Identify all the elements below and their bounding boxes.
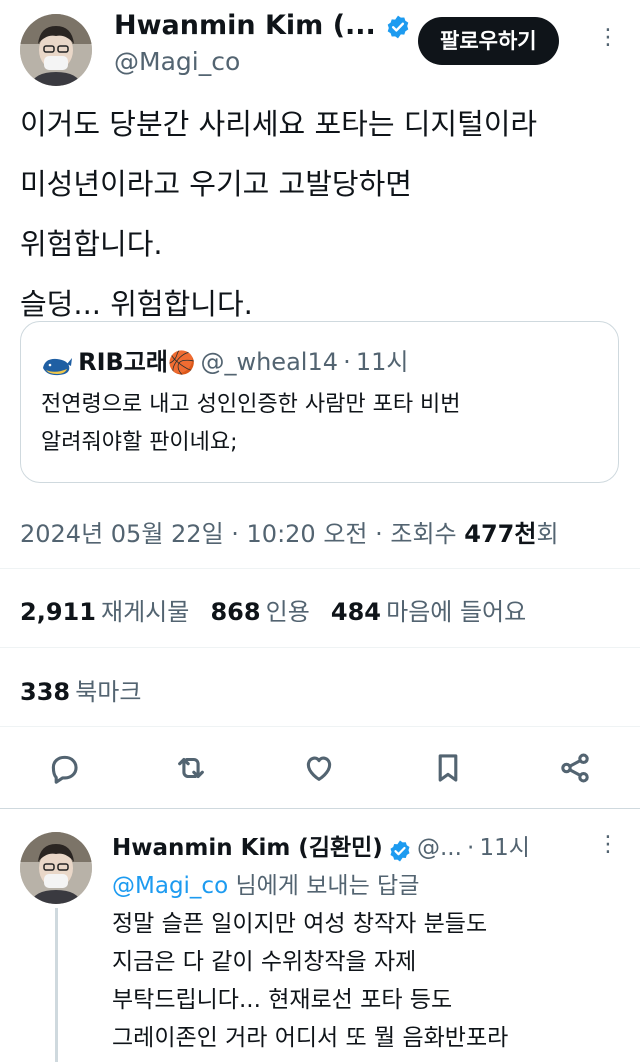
reply-to-handle[interactable]: @Magi_co [112,873,228,899]
avatar-image [20,14,92,86]
quote-handle: @_wheal14 [200,348,338,376]
reply-time: 11시 [479,835,530,861]
thread-line [55,908,58,1062]
tweet-line: 미성년이라고 우기고 고발당하면 [20,167,412,201]
tweet-line: 이거도 당분간 사리세요 포타는 디지털이라 [20,107,538,141]
reply-author-avatar[interactable] [20,832,92,904]
avatar-image [20,832,92,904]
reply-handle[interactable]: @... [417,835,462,861]
author-name-text: Hwanmin Kim (... [114,10,376,41]
likes-label: 마음에 들어요 [386,598,527,626]
author-handle[interactable]: @Magi_co [114,47,240,76]
verified-badge-icon [390,840,410,861]
follow-button[interactable]: 팔로우하기 [418,17,559,65]
likes-count: 484 [330,598,382,626]
share-button[interactable] [558,751,592,789]
author-name[interactable]: Hwanmin Kim (... [114,10,411,41]
quote-author-name: RIB고래 [78,348,168,376]
share-icon [561,753,589,783]
divider [0,647,640,648]
reply-separator: · [467,835,475,861]
bookmarks-count: 338 [20,678,71,706]
quotes-label: 인용 [265,598,310,626]
reply-more-options-icon[interactable]: ⋮ [597,834,619,856]
quote-time: 11시 [355,348,409,376]
reply-line: 그레이존인 거라 어디서 또 뭘 음화반포라 [112,1025,509,1051]
quote-line: 알려줘야할 판이네요; [41,430,238,455]
bookmark-button[interactable] [431,751,465,789]
reposts-label: 재게시물 [101,598,190,626]
bookmarks-label: 북마크 [75,678,142,706]
timestamp: 2024년 05월 22일 · 10:20 오전 · 조회수 [20,520,457,548]
bookmark-icon [438,754,458,782]
quotes-stat[interactable]: 868 인용 [210,598,309,626]
view-unit: 회 [536,520,559,548]
reply-icon [51,755,78,784]
reply-to-suffix: 님에게 보내는 답글 [228,873,420,899]
quote-line: 전연령으로 내고 성인인증한 사람만 포타 비번 [41,392,461,417]
likes-stat[interactable]: 484 마음에 들어요 [331,598,526,626]
like-button[interactable] [302,751,336,789]
quote-separator: · [343,348,351,376]
divider [0,726,640,727]
quote-body: 전연령으로 내고 성인인증한 사람만 포타 비번 알려줘야할 판이네요; [41,386,461,462]
whale-icon [43,357,72,375]
more-options-icon[interactable]: ⋮ [597,27,619,49]
repost-button[interactable] [174,751,208,789]
reply-author-name[interactable]: Hwanmin Kim (김환민) [112,835,383,861]
reposts-count: 2,911 [20,598,96,626]
reply-line: 정말 슬픈 일이지만 여성 창작자 분들도 [112,911,488,937]
like-icon [306,756,332,781]
quoted-tweet[interactable]: RIB고래🏀 @_wheal14 · 11시 전연령으로 내고 성인인증한 사람… [20,321,619,483]
reply-line: 부탁드립니다... 현재로선 포타 등도 [112,987,453,1013]
verified-badge-icon [387,15,409,38]
quote-header: RIB고래🏀 @_wheal14 · 11시 [41,342,408,380]
author-avatar[interactable] [20,14,92,86]
reply-line: 지금은 다 같이 수위창작을 자제 [112,949,417,975]
basketball-icon: 🏀 [167,351,196,376]
reply-header: Hwanmin Kim (김환민) @... · 11시 [112,828,530,863]
quotes-count: 868 [210,598,261,626]
tweet-meta: 2024년 05월 22일 · 10:20 오전 · 조회수 477천회 [20,514,559,549]
reply-button[interactable] [47,751,81,789]
tweet-body: 이거도 당분간 사리세요 포타는 디지털이라 미성년이라고 우기고 고발당하면 … [20,94,537,334]
reposts-stat[interactable]: 2,911 재게시물 [20,598,189,626]
divider [0,568,640,569]
repost-icon [178,757,204,779]
reply-body: 정말 슬픈 일이지만 여성 창작자 분들도 지금은 다 같이 수위창작을 자제 … [112,905,508,1057]
tweet-line: 위험합니다. [20,227,163,261]
engagement-stats: 2,911 재게시물 868 인용 484 마음에 들어요 [20,592,526,627]
section-divider [0,808,640,809]
view-count: 477천 [464,520,537,548]
bookmarks-stat[interactable]: 338 북마크 [20,672,141,707]
reply-context: @Magi_co 님에게 보내는 답글 [112,866,419,900]
